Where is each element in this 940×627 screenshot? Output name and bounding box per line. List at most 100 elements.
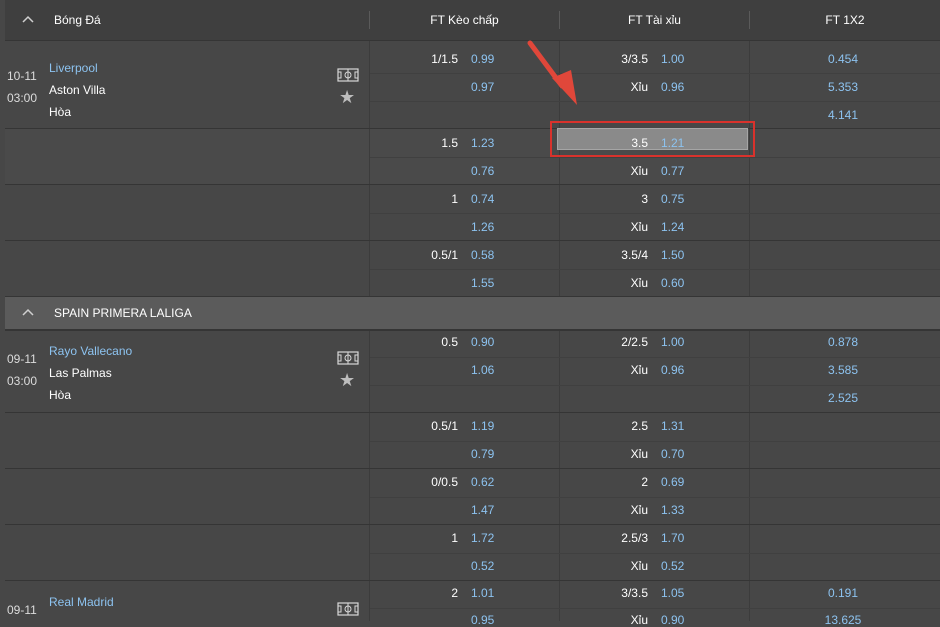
- column-overunder: FT Tài xỉu: [628, 13, 681, 27]
- under-odds[interactable]: 0.96: [661, 363, 684, 377]
- match-date: 09-11: [7, 603, 37, 617]
- under-odds[interactable]: 0.60: [661, 276, 684, 290]
- handicap-odds-away[interactable]: 1.06: [471, 363, 494, 377]
- row-divider: [370, 101, 940, 102]
- draw-label: Hòa: [49, 388, 72, 402]
- under-odds[interactable]: 0.70: [661, 447, 684, 461]
- handicap-odds-away[interactable]: 0.95: [471, 613, 494, 627]
- away-team[interactable]: Aston Villa: [49, 83, 105, 97]
- row-divider: [370, 157, 940, 158]
- under-label: Xỉu: [630, 559, 648, 573]
- chevron-up-icon[interactable]: [21, 13, 35, 27]
- overunder-line: 3.5: [631, 136, 648, 150]
- overunder-line: 2: [641, 475, 648, 489]
- row-divider: [370, 357, 940, 358]
- handicap-odds-home[interactable]: 1.23: [471, 136, 494, 150]
- under-odds[interactable]: 1.24: [661, 220, 684, 234]
- row-divider: [370, 269, 940, 270]
- odds-home-win[interactable]: 0.191: [813, 586, 873, 600]
- overunder-line: 3.5/4: [621, 248, 648, 262]
- handicap-odds-home[interactable]: 0.90: [471, 335, 494, 349]
- over-odds[interactable]: 1.21: [661, 136, 684, 150]
- handicap-line: 2: [451, 586, 458, 600]
- over-odds[interactable]: 1.31: [661, 419, 684, 433]
- favorite-star-icon[interactable]: ★: [339, 88, 355, 106]
- odds-draw[interactable]: 4.141: [813, 108, 873, 122]
- overunder-line: 2/2.5: [621, 335, 648, 349]
- divider: [559, 581, 560, 621]
- table-header: Bóng Đá FT Kèo chấp FT Tài xỉu FT 1X2: [5, 0, 940, 41]
- over-odds[interactable]: 1.00: [661, 335, 684, 349]
- under-label: Xỉu: [630, 363, 648, 377]
- soccer-field-icon[interactable]: [337, 602, 359, 616]
- home-team[interactable]: Rayo Vallecano: [49, 344, 132, 358]
- handicap-odds-away[interactable]: 1.47: [471, 503, 494, 517]
- handicap-line: 0/0.5: [431, 475, 458, 489]
- divider: [559, 41, 560, 129]
- under-odds[interactable]: 0.52: [661, 559, 684, 573]
- league-name: SPAIN PRIMERA LALIGA: [54, 306, 192, 320]
- handicap-odds-home[interactable]: 0.74: [471, 192, 494, 206]
- odds-draw[interactable]: 2.525: [813, 391, 873, 405]
- handicap-odds-home[interactable]: 1.01: [471, 586, 494, 600]
- over-odds[interactable]: 0.75: [661, 192, 684, 206]
- handicap-odds-away[interactable]: 0.76: [471, 164, 494, 178]
- handicap-odds-home[interactable]: 0.58: [471, 248, 494, 262]
- divider: [749, 581, 750, 621]
- handicap-odds-away[interactable]: 0.79: [471, 447, 494, 461]
- over-odds[interactable]: 1.05: [661, 586, 684, 600]
- handicap-line: 0.5/1: [431, 419, 458, 433]
- handicap-odds-away[interactable]: 1.26: [471, 220, 494, 234]
- handicap-line: 1/1.5: [431, 52, 458, 66]
- divider: [749, 41, 750, 129]
- over-odds[interactable]: 1.00: [661, 52, 684, 66]
- column-1x2: FT 1X2: [825, 13, 865, 27]
- home-team[interactable]: Real Madrid: [49, 595, 114, 609]
- under-label: Xỉu: [630, 164, 648, 178]
- divider: [749, 331, 750, 413]
- odds-home-win[interactable]: 0.878: [813, 335, 873, 349]
- betting-table: Bóng Đá FT Kèo chấp FT Tài xỉu FT 1X2 10…: [0, 0, 940, 627]
- match-date: 10-11: [7, 69, 37, 83]
- row-divider: [370, 441, 940, 442]
- handicap-line: 0.5/1: [431, 248, 458, 262]
- handicap-odds-home[interactable]: 0.62: [471, 475, 494, 489]
- match-time: 03:00: [7, 91, 38, 105]
- handicap-line: 1: [451, 192, 458, 206]
- odds-away-win[interactable]: 3.585: [813, 363, 873, 377]
- handicap-line: 1.5: [441, 136, 458, 150]
- under-odds[interactable]: 1.33: [661, 503, 684, 517]
- under-odds[interactable]: 0.77: [661, 164, 684, 178]
- handicap-odds-home[interactable]: 0.99: [471, 52, 494, 66]
- overunder-line: 3: [641, 192, 648, 206]
- overunder-line: 2.5/3: [621, 531, 648, 545]
- handicap-odds-away[interactable]: 1.55: [471, 276, 494, 290]
- home-team[interactable]: Liverpool: [49, 61, 98, 75]
- handicap-odds-away[interactable]: 0.52: [471, 559, 494, 573]
- handicap-odds-away[interactable]: 0.97: [471, 80, 494, 94]
- away-team[interactable]: Las Palmas: [49, 366, 112, 380]
- favorite-star-icon[interactable]: ★: [339, 371, 355, 389]
- over-odds[interactable]: 1.50: [661, 248, 684, 262]
- over-odds[interactable]: 1.70: [661, 531, 684, 545]
- chevron-up-icon[interactable]: [21, 306, 35, 320]
- row-divider: [370, 608, 940, 609]
- row-divider: [370, 73, 940, 74]
- odds-away-win[interactable]: 13.625: [813, 613, 873, 627]
- under-odds[interactable]: 0.96: [661, 80, 684, 94]
- odds-away-win[interactable]: 5.353: [813, 80, 873, 94]
- soccer-field-icon[interactable]: [337, 68, 359, 82]
- under-odds[interactable]: 0.90: [661, 613, 684, 627]
- match-date: 09-11: [7, 352, 37, 366]
- handicap-odds-home[interactable]: 1.19: [471, 419, 494, 433]
- sport-title: Bóng Đá: [54, 13, 101, 27]
- handicap-odds-home[interactable]: 1.72: [471, 531, 494, 545]
- soccer-field-icon[interactable]: [337, 351, 359, 365]
- divider: [369, 331, 370, 413]
- league-section-header[interactable]: SPAIN PRIMERA LALIGA: [5, 296, 940, 330]
- row-divider: [370, 385, 940, 386]
- odds-home-win[interactable]: 0.454: [813, 52, 873, 66]
- over-odds[interactable]: 0.69: [661, 475, 684, 489]
- under-label: Xỉu: [630, 613, 648, 627]
- match-time: 03:00: [7, 374, 38, 388]
